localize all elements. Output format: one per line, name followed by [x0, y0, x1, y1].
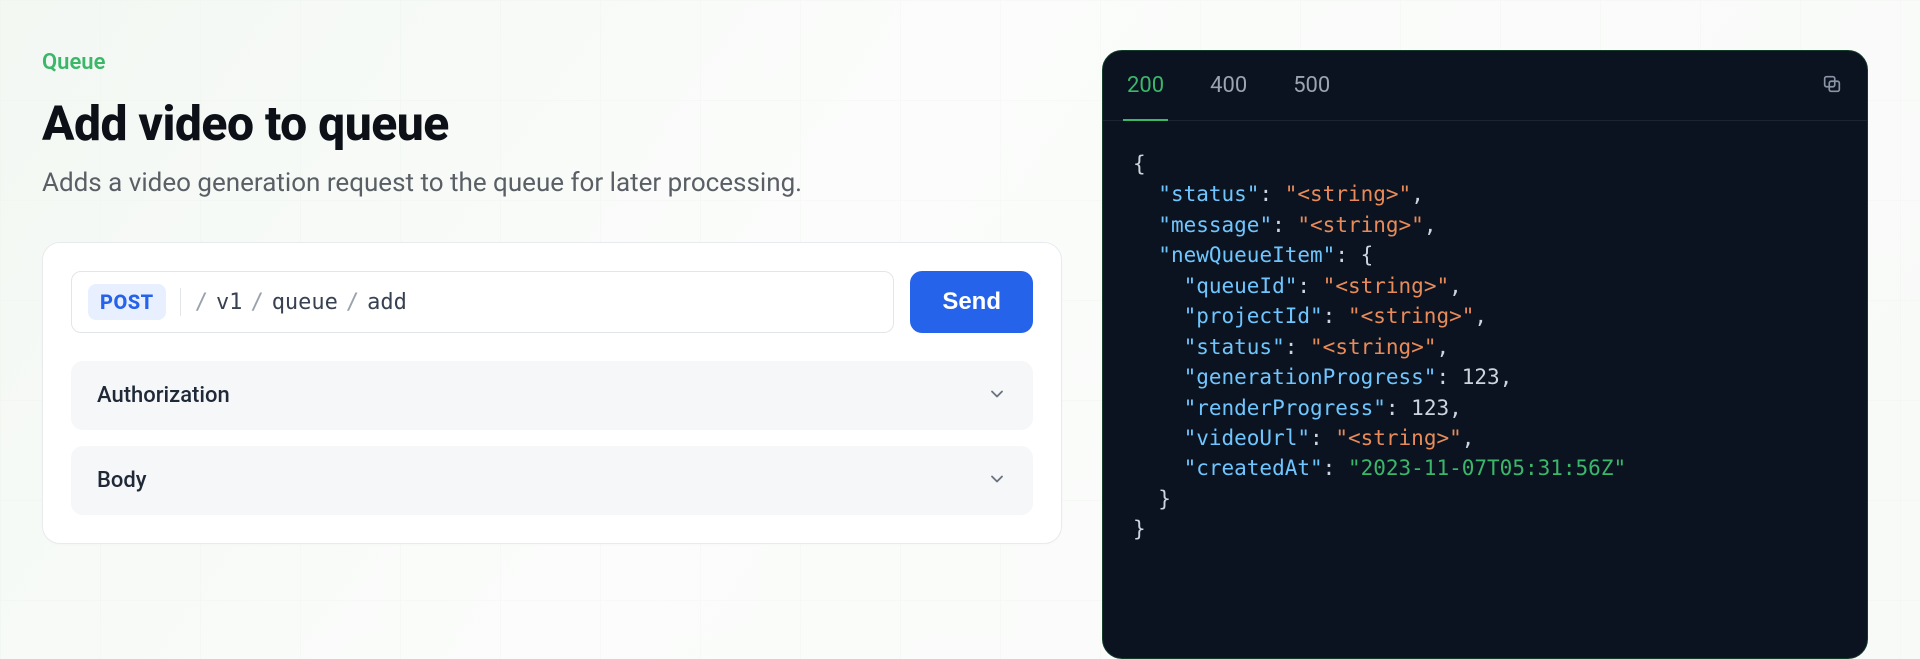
vertical-divider [180, 288, 181, 316]
tab-400[interactable]: 400 [1210, 51, 1247, 120]
left-column: Queue Add video to queue Adds a video ge… [42, 50, 1062, 659]
path-segment: queue [272, 290, 338, 315]
authorization-label: Authorization [97, 383, 230, 408]
response-json-body: { "status": "<string>", "message": "<str… [1103, 121, 1867, 573]
response-code-panel: 200 400 500 { "status": "<string>", "mes… [1102, 50, 1868, 659]
path-slash: / [195, 290, 208, 315]
send-button[interactable]: Send [910, 271, 1033, 333]
path-segment: v1 [216, 290, 243, 315]
tab-200[interactable]: 200 [1127, 51, 1164, 120]
chevron-down-icon [987, 469, 1007, 493]
page-root: Queue Add video to queue Adds a video ge… [0, 0, 1920, 659]
response-tabs: 200 400 500 [1103, 51, 1867, 121]
request-top-row: POST / v1 / queue / add Send [71, 271, 1033, 333]
tab-500[interactable]: 500 [1293, 51, 1330, 120]
path-segment: add [367, 290, 407, 315]
copy-icon [1821, 73, 1843, 99]
body-label: Body [97, 468, 147, 493]
body-section[interactable]: Body [71, 446, 1033, 515]
page-subtitle: Adds a video generation request to the q… [42, 168, 1062, 198]
request-card: POST / v1 / queue / add Send Authorizati… [42, 242, 1062, 544]
chevron-down-icon [987, 384, 1007, 408]
path-slash: / [250, 290, 263, 315]
request-url-box[interactable]: POST / v1 / queue / add [71, 271, 894, 333]
authorization-section[interactable]: Authorization [71, 361, 1033, 430]
path-slash: / [346, 290, 359, 315]
eyebrow: Queue [42, 50, 1062, 75]
right-column: 200 400 500 { "status": "<string>", "mes… [1102, 50, 1920, 659]
http-method-badge: POST [88, 284, 166, 320]
copy-button[interactable] [1821, 73, 1843, 99]
request-path: / v1 / queue / add [195, 290, 407, 315]
page-title: Add video to queue [42, 95, 1062, 152]
